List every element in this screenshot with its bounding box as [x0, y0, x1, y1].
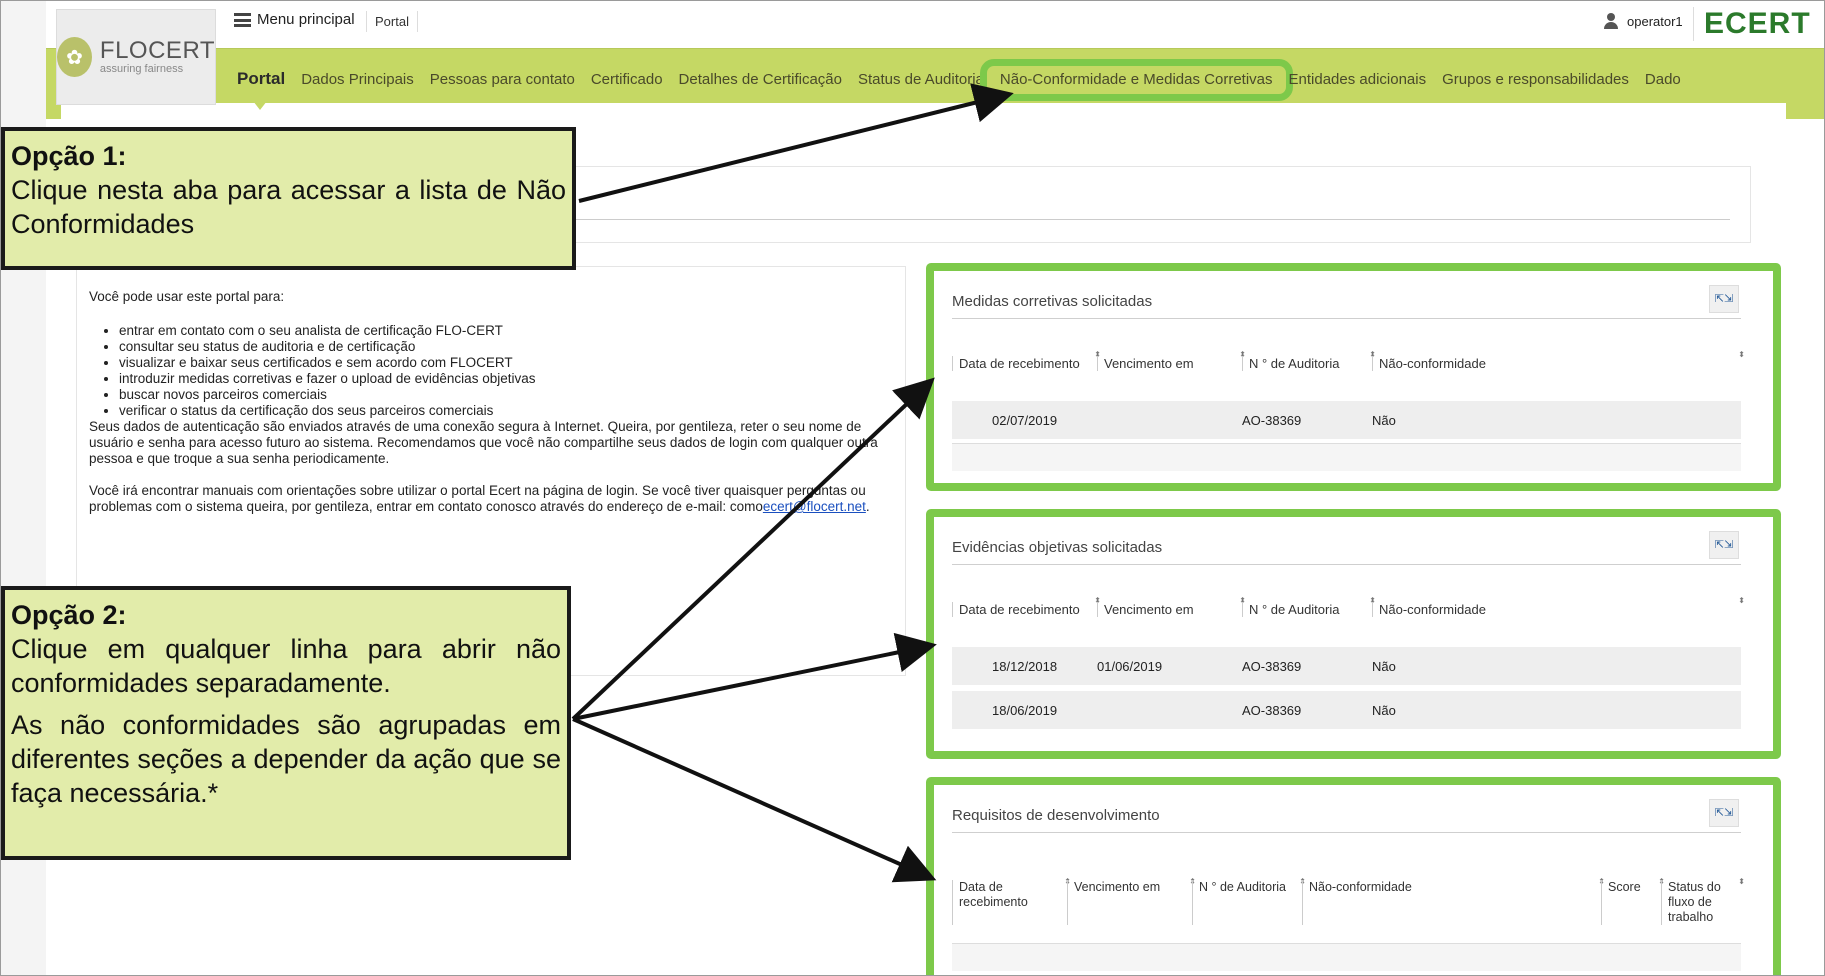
arrow-to-tab — [578, 83, 1014, 203]
arrow-to-medidas — [571, 377, 935, 721]
annotation-arrows — [571, 83, 1014, 883]
arrow-to-requisitos — [572, 717, 937, 883]
screenshot-frame: ✿ FLOCERT assuring fairness Menu princip… — [0, 0, 1825, 976]
arrow-to-evidencias — [572, 632, 937, 721]
